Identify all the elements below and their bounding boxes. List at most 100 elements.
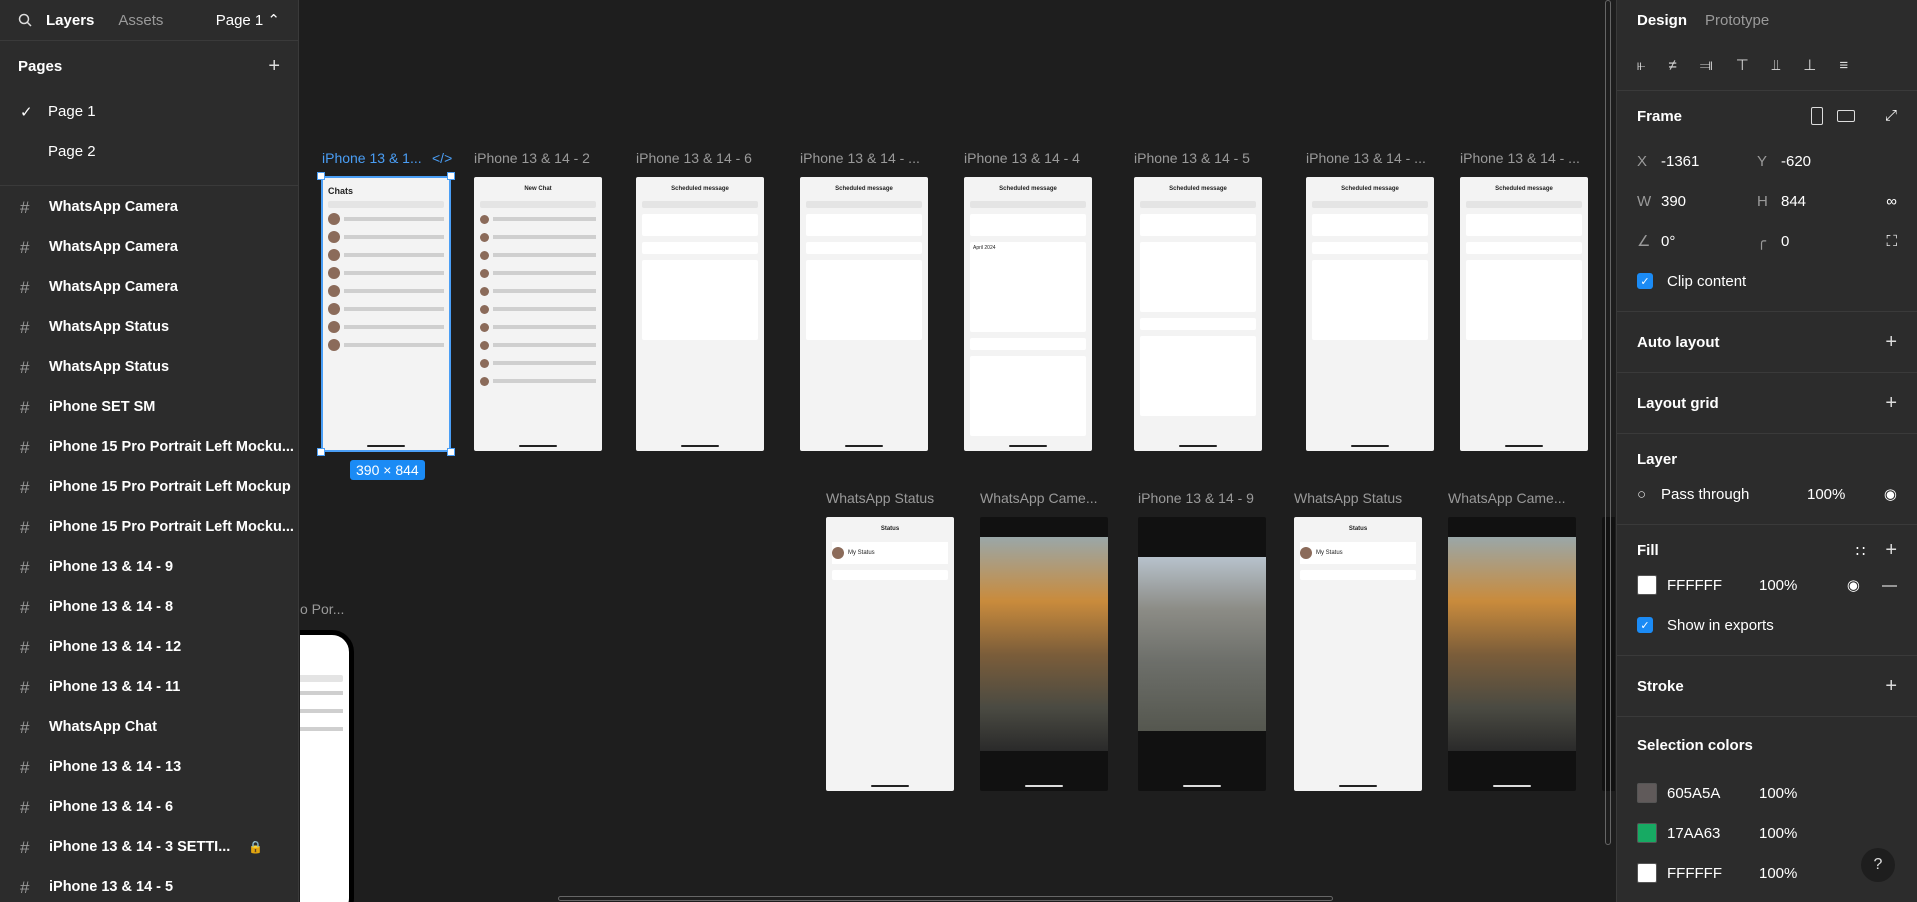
add-fill-icon[interactable]: + [1885,539,1897,561]
horizontal-scrollbar[interactable] [558,896,1333,901]
resize-handle[interactable] [447,172,455,180]
selection-color-row[interactable]: 605A5A 100% [1637,773,1897,813]
show-in-exports-checkbox[interactable]: ✓ [1637,617,1653,633]
frame-title[interactable]: Frame [1637,108,1682,125]
frame-label[interactable]: iPhone 13 & 14 - 2 [474,150,590,166]
add-auto-layout-icon[interactable]: + [1885,331,1897,354]
layer-item[interactable]: # WhatsApp Camera [0,187,298,227]
color-hex[interactable]: 17AA63 [1667,825,1759,842]
phone-frame[interactable]: Scheduled message [636,177,764,451]
align-right-icon[interactable]: ⫥ [1700,57,1713,74]
color-swatch[interactable] [1637,863,1657,883]
page-item-2[interactable]: Page 2 [0,131,298,171]
layer-item[interactable]: # WhatsApp Camera [0,227,298,267]
add-page-icon[interactable]: + [268,55,280,78]
color-hex[interactable]: FFFFFF [1667,865,1759,882]
phone-frame[interactable] [980,517,1108,791]
fill-opacity-field[interactable]: 100% [1759,577,1829,594]
frame-label[interactable]: iPhone 13 & 14 - 9 [1138,490,1254,506]
layer-item[interactable]: # iPhone SET SM [0,387,298,427]
phone-frame[interactable]: Scheduled message [1306,177,1434,451]
radius-field[interactable]: 0 [1781,233,1789,250]
frame-label[interactable]: iPhone 13 & 14 - ... [1460,150,1580,166]
layer-item[interactable]: # iPhone 15 Pro Portrait Left Mocku... [0,427,298,467]
x-field[interactable]: -1361 [1661,153,1757,170]
frame-label[interactable]: iPhone 13 & 14 - 6 [636,150,752,166]
align-bottom-icon[interactable]: ⊥ [1803,56,1816,74]
blend-mode-select[interactable]: Pass through [1661,486,1807,503]
independent-corners-icon[interactable]: ⛶ [1886,233,1897,250]
add-layout-grid-icon[interactable]: + [1885,392,1897,415]
layer-item[interactable]: # WhatsApp Camera [0,267,298,307]
portrait-icon[interactable] [1810,107,1823,125]
layer-item[interactable]: # iPhone 13 & 14 - 11 [0,667,298,707]
constrain-proportions-icon[interactable]: ∞ [1886,193,1897,210]
resize-handle[interactable] [317,172,325,180]
rotation-field[interactable]: 0° [1661,233,1757,250]
layer-item[interactable]: # WhatsApp Chat [0,707,298,747]
selection-color-row[interactable]: FFFFFF 100% [1637,853,1897,893]
layer-item[interactable]: # iPhone 13 & 14 - 8 [0,587,298,627]
align-center-h-icon[interactable]: ≠ [1668,57,1676,74]
code-icon[interactable]: </> [432,150,452,166]
resize-handle[interactable] [317,448,325,456]
phone-frame[interactable]: Status My Status [1294,517,1422,791]
vertical-scrollbar[interactable] [1605,0,1611,845]
canvas[interactable]: iPhone 13 & 1... Chats iPhone 13 & 14 - 2N… [300,0,1615,902]
landscape-icon[interactable] [1836,110,1855,122]
frame-label[interactable]: o Por... [300,601,344,617]
layer-item[interactable]: # iPhone 13 & 14 - 5 [0,867,298,902]
layer-item[interactable]: # iPhone 13 & 14 - 9 [0,547,298,587]
resize-handle[interactable] [447,448,455,456]
phone-frame[interactable]: New Chat [474,177,602,451]
fill-hex-field[interactable]: FFFFFF [1667,577,1759,594]
align-top-icon[interactable]: ⊤ [1736,56,1749,74]
visibility-icon[interactable]: ◉ [1884,485,1897,503]
layer-item[interactable]: # WhatsApp Status [0,307,298,347]
clip-content-checkbox[interactable]: ✓ [1637,273,1653,289]
layer-item[interactable]: # iPhone 15 Pro Portrait Left Mocku... [0,507,298,547]
phone-frame[interactable]: Scheduled message [1134,177,1262,451]
page-selector[interactable]: Page 1 ⌃ [216,11,280,29]
distribute-icon[interactable]: ≡ [1839,57,1848,74]
frame-label[interactable]: WhatsApp Came... [980,490,1098,506]
tab-assets[interactable]: Assets [118,12,163,29]
phone-frame[interactable]: Scheduled message [1460,177,1588,451]
color-opacity[interactable]: 100% [1759,865,1797,882]
help-button[interactable]: ? [1861,848,1895,882]
lock-icon[interactable]: 🔒 [248,840,263,854]
page-item-1[interactable]: ✓ Page 1 [0,91,298,131]
layer-item[interactable]: # iPhone 13 & 14 - 3 SETTI... 🔒 [0,827,298,867]
layer-opacity-field[interactable]: 100% [1807,486,1867,503]
align-left-icon[interactable]: ⫦ [1637,57,1645,74]
frame-label[interactable]: iPhone 13 & 14 - 5 [1134,150,1250,166]
add-stroke-icon[interactable]: + [1885,675,1897,698]
frame-label[interactable]: WhatsApp Status [826,490,934,506]
layer-item[interactable]: # iPhone 13 & 14 - 13 [0,747,298,787]
color-swatch[interactable] [1637,823,1657,843]
fill-visibility-icon[interactable]: ◉ [1847,576,1860,594]
h-field[interactable]: 844 [1781,193,1806,210]
color-swatch[interactable] [1637,783,1657,803]
fill-swatch[interactable] [1637,575,1657,595]
layer-item[interactable]: # iPhone 13 & 14 - 12 [0,627,298,667]
frame-label[interactable]: iPhone 13 & 1... [322,150,422,166]
remove-fill-icon[interactable]: — [1882,577,1897,594]
layer-item[interactable]: # iPhone 15 Pro Portrait Left Mockup [0,467,298,507]
selection-box[interactable] [321,176,451,452]
frame-label[interactable]: iPhone 13 & 14 - ... [1306,150,1426,166]
color-hex[interactable]: 605A5A [1667,785,1759,802]
frame-label[interactable]: iPhone 13 & 14 - ... [800,150,920,166]
color-opacity[interactable]: 100% [1759,825,1797,842]
align-center-v-icon[interactable]: ⫫ [1772,57,1780,74]
phone-frame[interactable]: Scheduled message April 2024 [964,177,1092,451]
tab-design[interactable]: Design [1637,12,1687,29]
y-field[interactable]: -620 [1781,153,1811,170]
w-field[interactable]: 390 [1661,193,1757,210]
tab-layers[interactable]: Layers [46,12,94,29]
phone-frame[interactable]: Status My Status [826,517,954,791]
frame-label[interactable]: WhatsApp Status [1294,490,1402,506]
frame-label[interactable]: WhatsApp Came... [1448,490,1566,506]
phone-frame[interactable] [1448,517,1576,791]
color-opacity[interactable]: 100% [1759,785,1797,802]
